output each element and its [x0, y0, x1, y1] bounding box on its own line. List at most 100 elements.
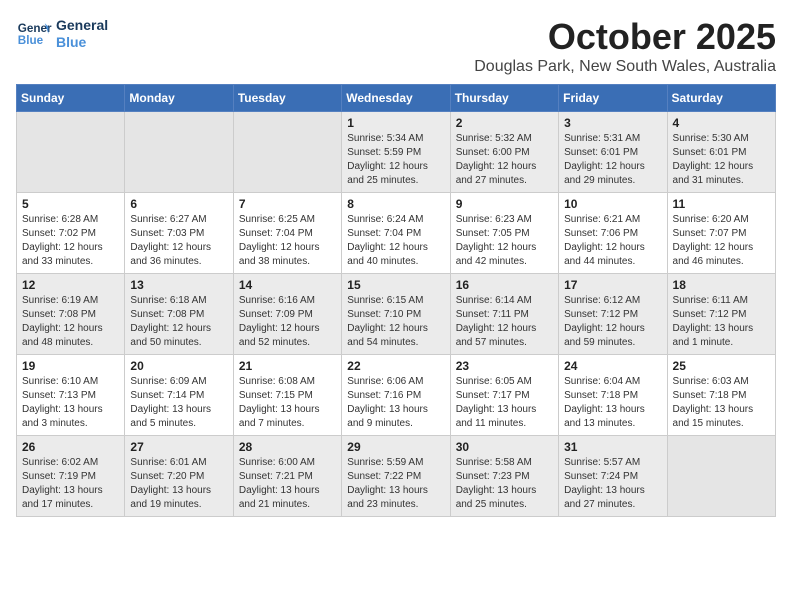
day-number: 8	[347, 197, 444, 211]
day-number: 1	[347, 116, 444, 130]
cell-detail: Sunrise: 5:58 AMSunset: 7:23 PMDaylight:…	[456, 456, 553, 512]
cell-detail: Sunrise: 6:05 AMSunset: 7:17 PMDaylight:…	[456, 375, 553, 431]
calendar-cell: 3 Sunrise: 5:31 AMSunset: 6:01 PMDaylight…	[559, 112, 667, 193]
day-number: 18	[673, 278, 770, 292]
calendar-cell: 29 Sunrise: 5:59 AMSunset: 7:22 PMDayligh…	[342, 436, 450, 517]
header-monday: Monday	[125, 85, 233, 112]
calendar-cell: 19 Sunrise: 6:10 AMSunset: 7:13 PMDayligh…	[17, 355, 125, 436]
day-number: 9	[456, 197, 553, 211]
cell-detail: Sunrise: 6:14 AMSunset: 7:11 PMDaylight:…	[456, 294, 553, 350]
cell-detail: Sunrise: 6:11 AMSunset: 7:12 PMDaylight:…	[673, 294, 770, 350]
calendar-cell: 5 Sunrise: 6:28 AMSunset: 7:02 PMDaylight…	[17, 193, 125, 274]
cell-detail: Sunrise: 5:31 AMSunset: 6:01 PMDaylight:…	[564, 132, 661, 188]
calendar-cell	[125, 112, 233, 193]
calendar-cell: 31 Sunrise: 5:57 AMSunset: 7:24 PMDayligh…	[559, 436, 667, 517]
day-number: 22	[347, 359, 444, 373]
calendar-cell: 15Sunrise: 6:15 AMSunset: 7:10 PMDayligh…	[342, 274, 450, 355]
header-friday: Friday	[559, 85, 667, 112]
calendar-week-row: 26 Sunrise: 6:02 AMSunset: 7:19 PMDayligh…	[17, 436, 776, 517]
cell-detail: Sunrise: 6:10 AMSunset: 7:13 PMDaylight:…	[22, 375, 119, 431]
cell-detail: Sunrise: 6:19 AMSunset: 7:08 PMDaylight:…	[22, 294, 119, 350]
day-number: 14	[239, 278, 336, 292]
day-number: 30	[456, 440, 553, 454]
cell-detail: Sunrise: 6:06 AMSunset: 7:16 PMDaylight:…	[347, 375, 444, 431]
calendar-week-row: 12Sunrise: 6:19 AMSunset: 7:08 PMDayligh…	[17, 274, 776, 355]
day-number: 28	[239, 440, 336, 454]
calendar-cell: 10 Sunrise: 6:21 AMSunset: 7:06 PMDayligh…	[559, 193, 667, 274]
header-saturday: Saturday	[667, 85, 775, 112]
cell-detail: Sunrise: 5:34 AMSunset: 5:59 PMDaylight:…	[347, 132, 444, 188]
day-number: 13	[130, 278, 227, 292]
cell-detail: Sunrise: 6:08 AMSunset: 7:15 PMDaylight:…	[239, 375, 336, 431]
header-tuesday: Tuesday	[233, 85, 341, 112]
calendar-cell: 7 Sunrise: 6:25 AMSunset: 7:04 PMDaylight…	[233, 193, 341, 274]
cell-detail: Sunrise: 6:23 AMSunset: 7:05 PMDaylight:…	[456, 213, 553, 269]
cell-detail: Sunrise: 6:28 AMSunset: 7:02 PMDaylight:…	[22, 213, 119, 269]
header-thursday: Thursday	[450, 85, 558, 112]
cell-detail: Sunrise: 6:00 AMSunset: 7:21 PMDaylight:…	[239, 456, 336, 512]
day-number: 25	[673, 359, 770, 373]
calendar-cell: 23Sunrise: 6:05 AMSunset: 7:17 PMDayligh…	[450, 355, 558, 436]
cell-detail: Sunrise: 6:24 AMSunset: 7:04 PMDaylight:…	[347, 213, 444, 269]
cell-detail: Sunrise: 6:03 AMSunset: 7:18 PMDaylight:…	[673, 375, 770, 431]
day-number: 17	[564, 278, 661, 292]
day-number: 7	[239, 197, 336, 211]
day-number: 19	[22, 359, 119, 373]
day-number: 20	[130, 359, 227, 373]
cell-detail: Sunrise: 6:21 AMSunset: 7:06 PMDaylight:…	[564, 213, 661, 269]
logo: General Blue General Blue	[16, 16, 108, 52]
day-number: 5	[22, 197, 119, 211]
calendar-cell: 27Sunrise: 6:01 AMSunset: 7:20 PMDayligh…	[125, 436, 233, 517]
logo-text-blue: Blue	[56, 34, 108, 51]
calendar-cell: 21 Sunrise: 6:08 AMSunset: 7:15 PMDayligh…	[233, 355, 341, 436]
calendar-week-row: 5 Sunrise: 6:28 AMSunset: 7:02 PMDaylight…	[17, 193, 776, 274]
day-number: 3	[564, 116, 661, 130]
calendar-table: SundayMondayTuesdayWednesdayThursdayFrid…	[16, 84, 776, 517]
cell-detail: Sunrise: 5:57 AMSunset: 7:24 PMDaylight:…	[564, 456, 661, 512]
day-number: 24	[564, 359, 661, 373]
cell-detail: Sunrise: 6:25 AMSunset: 7:04 PMDaylight:…	[239, 213, 336, 269]
day-number: 6	[130, 197, 227, 211]
day-number: 10	[564, 197, 661, 211]
cell-detail: Sunrise: 6:09 AMSunset: 7:14 PMDaylight:…	[130, 375, 227, 431]
calendar-cell: 24Sunrise: 6:04 AMSunset: 7:18 PMDayligh…	[559, 355, 667, 436]
calendar-week-row: 19 Sunrise: 6:10 AMSunset: 7:13 PMDayligh…	[17, 355, 776, 436]
calendar-cell: 4 Sunrise: 5:30 AMSunset: 6:01 PMDaylight…	[667, 112, 775, 193]
day-number: 29	[347, 440, 444, 454]
calendar-week-row: 1 Sunrise: 5:34 AMSunset: 5:59 PMDaylight…	[17, 112, 776, 193]
calendar-cell: 6Sunrise: 6:27 AMSunset: 7:03 PMDaylight…	[125, 193, 233, 274]
cell-detail: Sunrise: 6:12 AMSunset: 7:12 PMDaylight:…	[564, 294, 661, 350]
cell-detail: Sunrise: 6:16 AMSunset: 7:09 PMDaylight:…	[239, 294, 336, 350]
header-row: SundayMondayTuesdayWednesdayThursdayFrid…	[17, 85, 776, 112]
calendar-cell: 25 Sunrise: 6:03 AMSunset: 7:18 PMDayligh…	[667, 355, 775, 436]
cell-detail: Sunrise: 6:15 AMSunset: 7:10 PMDaylight:…	[347, 294, 444, 350]
cell-detail: Sunrise: 6:20 AMSunset: 7:07 PMDaylight:…	[673, 213, 770, 269]
calendar-cell: 11 Sunrise: 6:20 AMSunset: 7:07 PMDayligh…	[667, 193, 775, 274]
calendar-cell: 1 Sunrise: 5:34 AMSunset: 5:59 PMDaylight…	[342, 112, 450, 193]
day-number: 27	[130, 440, 227, 454]
calendar-cell: 16 Sunrise: 6:14 AMSunset: 7:11 PMDayligh…	[450, 274, 558, 355]
cell-detail: Sunrise: 6:18 AMSunset: 7:08 PMDaylight:…	[130, 294, 227, 350]
calendar-cell: 30 Sunrise: 5:58 AMSunset: 7:23 PMDayligh…	[450, 436, 558, 517]
day-number: 11	[673, 197, 770, 211]
calendar-cell: 26 Sunrise: 6:02 AMSunset: 7:19 PMDayligh…	[17, 436, 125, 517]
cell-detail: Sunrise: 6:02 AMSunset: 7:19 PMDaylight:…	[22, 456, 119, 512]
day-number: 16	[456, 278, 553, 292]
location-title: Douglas Park, New South Wales, Australia	[474, 58, 776, 76]
logo-icon: General Blue	[16, 16, 52, 52]
day-number: 2	[456, 116, 553, 130]
cell-detail: Sunrise: 5:59 AMSunset: 7:22 PMDaylight:…	[347, 456, 444, 512]
cell-detail: Sunrise: 5:32 AMSunset: 6:00 PMDaylight:…	[456, 132, 553, 188]
cell-detail: Sunrise: 5:30 AMSunset: 6:01 PMDaylight:…	[673, 132, 770, 188]
calendar-cell: 8 Sunrise: 6:24 AMSunset: 7:04 PMDaylight…	[342, 193, 450, 274]
calendar-cell: 9 Sunrise: 6:23 AMSunset: 7:05 PMDaylight…	[450, 193, 558, 274]
calendar-cell: 14 Sunrise: 6:16 AMSunset: 7:09 PMDayligh…	[233, 274, 341, 355]
day-number: 21	[239, 359, 336, 373]
logo-text-general: General	[56, 17, 108, 34]
calendar-cell: 20 Sunrise: 6:09 AMSunset: 7:14 PMDayligh…	[125, 355, 233, 436]
svg-text:Blue: Blue	[18, 34, 44, 47]
day-number: 31	[564, 440, 661, 454]
calendar-cell: 2 Sunrise: 5:32 AMSunset: 6:00 PMDaylight…	[450, 112, 558, 193]
day-number: 26	[22, 440, 119, 454]
day-number: 4	[673, 116, 770, 130]
